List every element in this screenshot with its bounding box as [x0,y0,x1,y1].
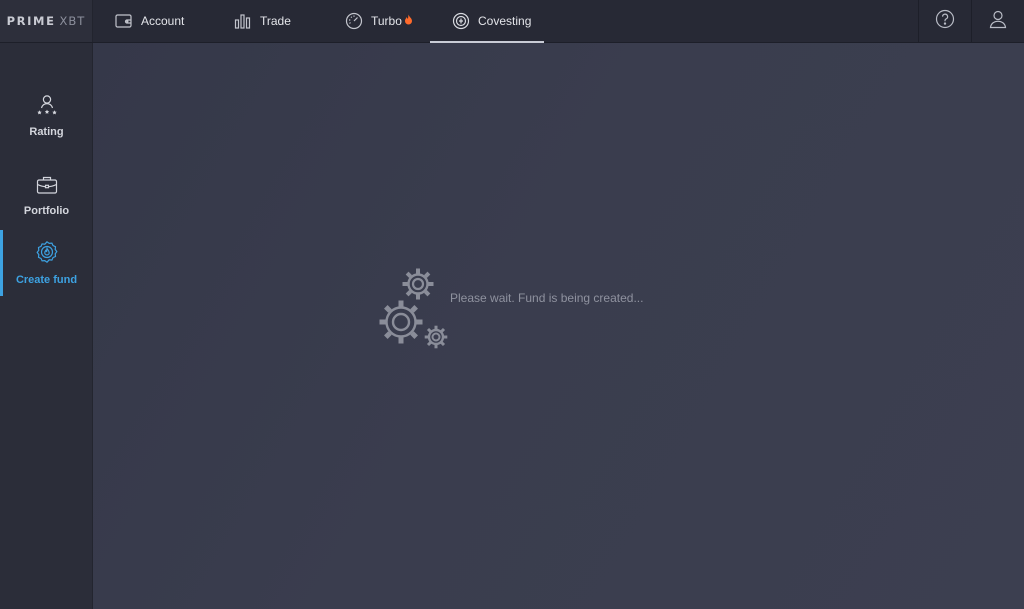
fund-creation-loader: Please wait. Fund is being created... [376,265,643,356]
profile-button[interactable] [971,0,1024,42]
bar-chart-icon [234,13,252,29]
create-fund-icon [35,240,59,269]
main-content: Please wait. Fund is being created... [93,43,1024,609]
covesting-icon [452,12,470,30]
sidebar-item-rating-label: Rating [29,126,64,138]
help-icon [935,9,955,34]
nav-trade-label: Trade [260,14,291,28]
turbo-icon [345,12,363,30]
nav-account[interactable]: Account [93,0,212,42]
help-button[interactable] [918,0,971,42]
wallet-icon [115,13,133,29]
sidebar-item-create-fund[interactable]: Create fund [0,230,93,296]
brand-logo[interactable]: PRIME XBT [0,0,93,42]
nav-covesting-label: Covesting [478,14,532,28]
nav-trade[interactable]: Trade [212,0,323,42]
gears-icon [376,265,450,356]
sidebar-item-create-fund-label: Create fund [15,274,78,286]
sidebar: Rating Portfolio Create fund [0,43,93,609]
nav-turbo[interactable]: Turbo [323,0,430,42]
sidebar-item-portfolio-label: Portfolio [23,205,70,217]
fund-creation-status: Please wait. Fund is being created... [450,290,644,305]
fire-icon [404,14,413,25]
nav-turbo-label: Turbo [371,14,402,28]
nav-account-label: Account [141,14,185,28]
nav-covesting[interactable]: Covesting [430,0,544,43]
top-bar: PRIME XBT Account Trade Turbo Covesting [0,0,1024,43]
briefcase-icon [36,175,58,200]
brand-secondary: XBT [59,14,86,28]
top-right-actions [918,0,1024,42]
rating-icon [36,94,58,121]
user-icon [988,9,1008,34]
sidebar-item-rating[interactable]: Rating [0,83,93,149]
brand-primary: PRIME [6,14,56,28]
sidebar-item-portfolio[interactable]: Portfolio [0,163,93,229]
main-nav: Account Trade Turbo Covesting [93,0,544,43]
